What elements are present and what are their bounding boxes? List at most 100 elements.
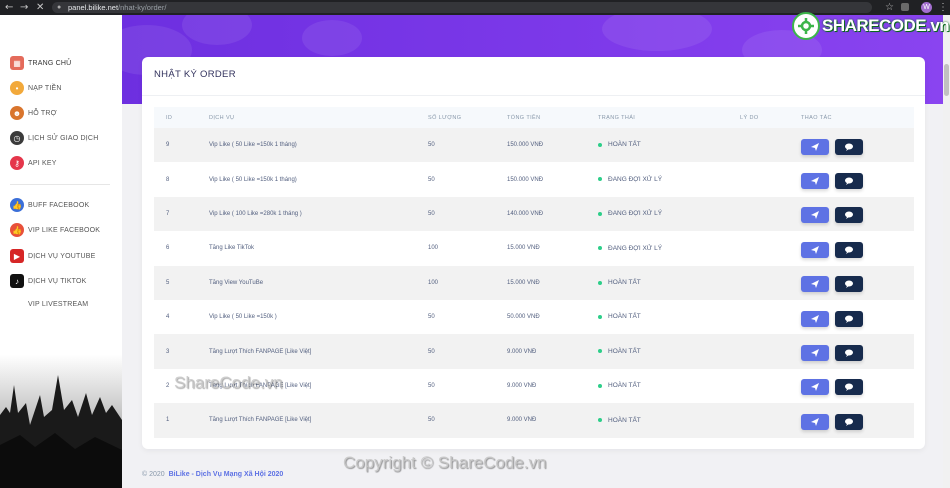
status-dot-icon: [598, 177, 602, 182]
chat-button[interactable]: [835, 207, 863, 224]
cell-status: ĐANG ĐỢI XỬ LÝ: [586, 196, 728, 232]
sidebar-item-label: NẠP TIỀN: [28, 84, 62, 92]
cell-total: 140.000 VNĐ: [495, 196, 586, 232]
sidebar-item-support[interactable]: ☻ HỖ TRỢ: [10, 105, 57, 121]
send-button[interactable]: [801, 276, 829, 293]
cell-reason: [728, 403, 789, 438]
chat-button[interactable]: [835, 310, 863, 327]
table-row: 3 Tăng Lượt Thích FANPAGE [Like Việt] 50 9.…: [154, 334, 914, 369]
sidebar-item-history[interactable]: ◷ LỊCH SỬ GIAO DỊCH: [10, 130, 98, 146]
column-header-id: ID: [154, 107, 197, 128]
sidebar-item-tiktok[interactable]: ♪ DỊCH VỤ TIKTOK: [10, 273, 87, 289]
chat-button[interactable]: [835, 241, 863, 258]
cell-id: 3: [154, 334, 197, 369]
status-badge: HOÀN TẤT: [598, 141, 641, 148]
chat-icon: [845, 315, 853, 323]
send-button[interactable]: [801, 379, 829, 396]
status-badge: ĐANG ĐỢI XỬ LÝ: [598, 245, 662, 252]
status-dot-icon: [598, 349, 602, 354]
cell-status: HOÀN TẤT: [586, 403, 728, 438]
column-header-service: DỊCH VỤ: [197, 107, 416, 128]
cell-actions: [789, 231, 914, 266]
cell-reason: [728, 334, 789, 369]
cell-total: 9.000 VNĐ: [495, 334, 586, 369]
status-text: HOÀN TẤT: [608, 382, 641, 390]
send-button[interactable]: [801, 345, 829, 362]
sidebar-item-vip-livestream[interactable]: VIP LIVESTREAM: [28, 296, 88, 312]
cell-total: 9.000 VNĐ: [495, 403, 586, 438]
cell-status: ĐANG ĐỢI XỬ LÝ: [586, 231, 728, 266]
sidebar-item-label: API KEY: [28, 159, 57, 167]
send-icon: [811, 142, 819, 151]
sidebar-divider: [10, 184, 110, 185]
cell-quantity: 50: [416, 334, 495, 369]
chat-button[interactable]: [835, 138, 863, 155]
cell-actions: [789, 368, 914, 404]
send-button[interactable]: [801, 173, 829, 190]
cell-status: HOÀN TẤT: [586, 265, 728, 300]
status-badge: HOÀN TẤT: [598, 279, 641, 286]
status-text: ĐANG ĐỢI XỬ LÝ: [608, 210, 663, 218]
sidebar-item-youtube[interactable]: ▶ DỊCH VỤ YOUTUBE: [10, 248, 95, 264]
page-title: NHẬT KÝ ORDER: [154, 69, 236, 80]
cell-id: 6: [154, 231, 197, 266]
cell-quantity: 100: [416, 265, 495, 300]
send-icon: [811, 245, 819, 254]
cell-service: Tăng Like TikTok: [197, 231, 416, 266]
cell-reason: [728, 231, 789, 266]
cell-total: 150.000 VNĐ: [495, 128, 586, 163]
address-bar-url[interactable]: panel.bilike.net/nhat-ky/order/: [68, 2, 166, 13]
stop-icon[interactable]: ✕: [36, 1, 44, 14]
sidebar-item-home[interactable]: ▦ TRANG CHỦ: [10, 55, 71, 71]
footer-year: © 2020: [142, 471, 165, 478]
chat-button[interactable]: [835, 379, 863, 396]
sidebar-item-api-key[interactable]: ⚷ API KEY: [10, 155, 57, 171]
chat-icon: [845, 280, 853, 289]
status-badge: HOÀN TẤT: [598, 313, 641, 320]
cell-total: 50.000 VNĐ: [495, 299, 586, 335]
cell-id: 1: [154, 403, 197, 438]
sidebar-item-vip-like-facebook[interactable]: 👍 VIP LIKE FACEBOOK: [10, 222, 100, 238]
send-button[interactable]: [801, 207, 829, 224]
chat-button[interactable]: [835, 173, 863, 190]
send-button[interactable]: [801, 241, 829, 258]
cell-quantity: 50: [416, 368, 495, 404]
cell-service: Tăng Lượt Thích FANPAGE [Like Việt]: [197, 403, 416, 438]
send-button[interactable]: [801, 310, 829, 327]
footer-brand-link[interactable]: BiLike - Dịch Vụ Mạng Xã Hội 2020: [169, 471, 284, 478]
chat-button[interactable]: [835, 276, 863, 293]
cell-id: 5: [154, 265, 197, 300]
chat-icon: [845, 349, 853, 358]
key-icon: ⚷: [10, 156, 24, 170]
address-bar[interactable]: [52, 2, 872, 13]
column-header-total: TỔNG TIỀN: [495, 107, 586, 128]
page-scrollbar-thumb[interactable]: [944, 64, 949, 96]
send-icon: [811, 417, 819, 426]
cell-total: 9.000 VNĐ: [495, 368, 586, 404]
sidebar-item-label: HỖ TRỢ: [28, 109, 57, 117]
sidebar-item-buff-facebook[interactable]: 👍 BUFF FACEBOOK: [10, 197, 89, 213]
send-button[interactable]: [801, 413, 829, 430]
like-icon: 👍: [10, 223, 24, 237]
table-header-row: ID DỊCH VỤ SỐ LƯỢNG TỔNG TIỀN TRẠNG THÁI…: [154, 107, 914, 128]
sidebar: ▦ TRANG CHỦ • NẠP TIỀN ☻ HỖ TRỢ ◷ LỊCH S…: [0, 15, 122, 488]
table-row: 5 Tăng View YouTuBe 100 15.000 VNĐ HOÀN TẤT: [154, 265, 914, 300]
tiktok-icon: ♪: [10, 274, 24, 288]
footer: © 2020 BiLike - Dịch Vụ Mạng Xã Hội 2020: [142, 471, 283, 478]
chat-button[interactable]: [835, 345, 863, 362]
chat-button[interactable]: [835, 413, 863, 430]
cell-quantity: 50: [416, 196, 495, 232]
status-text: ĐANG ĐỢI XỬ LÝ: [608, 175, 663, 183]
cell-quantity: 100: [416, 231, 495, 266]
cell-reason: [728, 299, 789, 335]
send-button[interactable]: [801, 138, 829, 155]
cell-total: 150.000 VNĐ: [495, 162, 586, 197]
status-dot-icon: [598, 211, 602, 216]
cell-quantity: 50: [416, 403, 495, 438]
forward-icon[interactable]: →: [20, 1, 28, 14]
status-dot-icon: [598, 246, 602, 251]
send-icon: [811, 177, 819, 186]
sidebar-item-topup[interactable]: • NẠP TIỀN: [10, 80, 62, 96]
back-icon[interactable]: ←: [5, 1, 13, 14]
cell-total: 15.000 VNĐ: [495, 265, 586, 300]
